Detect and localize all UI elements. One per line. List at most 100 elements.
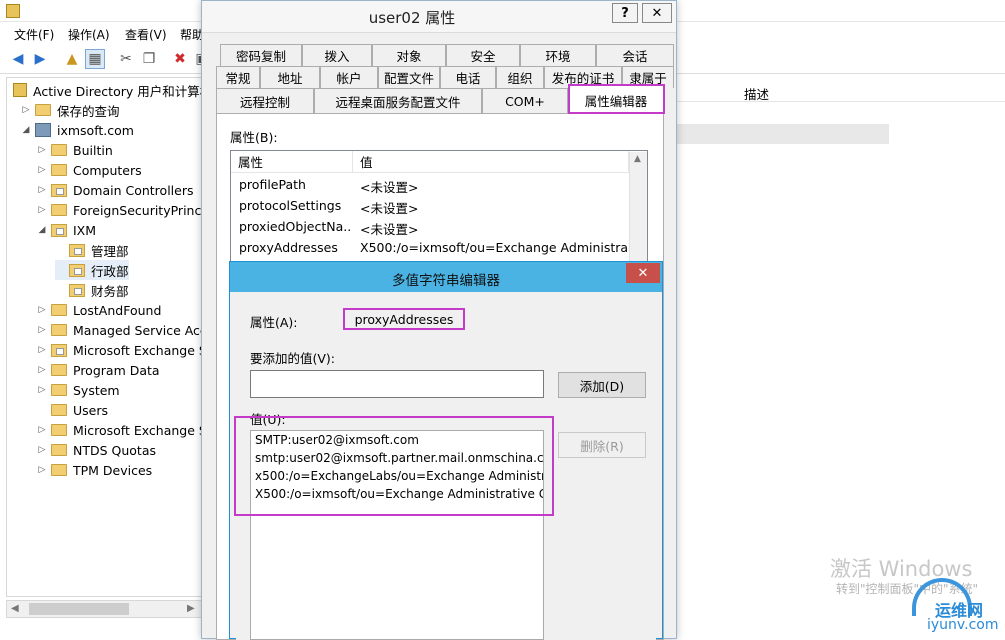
scroll-left-icon[interactable]: ◀ xyxy=(11,603,19,614)
remove-button[interactable]: 删除(R) xyxy=(558,432,646,458)
tree-item-saved-queries[interactable]: ▷ 保存的查询 xyxy=(21,100,120,120)
editor-close-button[interactable]: ✕ xyxy=(626,263,660,283)
expand-icon[interactable]: ▷ xyxy=(37,145,47,155)
help-button[interactable]: ? xyxy=(612,3,638,23)
details-row[interactable] xyxy=(677,124,889,144)
attribute-value[interactable]: <未设置> xyxy=(360,198,628,217)
tree-item-computers[interactable]: ▷ Computers xyxy=(37,160,142,180)
attribute-value[interactable]: <未设置> xyxy=(360,177,628,196)
tab-password-replication[interactable]: 密码复制 xyxy=(220,44,302,66)
scroll-up-icon[interactable]: ▲ xyxy=(634,154,641,164)
menu-view[interactable]: 查看(V) xyxy=(125,26,167,43)
folder-icon xyxy=(35,104,51,116)
tree-item-root[interactable]: Active Directory 用户和计算机 xyxy=(13,80,201,100)
tab-general[interactable]: 常规 xyxy=(216,66,260,88)
editor-title-bar: 多值字符串编辑器 ✕ xyxy=(230,262,662,292)
tree-item-tpm-devices[interactable]: ▷ TPM Devices xyxy=(37,460,153,480)
attribute-value[interactable]: X500:/o=ixmsoft/ou=Exchange Administrati… xyxy=(360,240,628,255)
tab-object[interactable]: 对象 xyxy=(372,44,446,66)
tree-item-users[interactable]: Users xyxy=(37,400,108,420)
expand-icon[interactable]: ▷ xyxy=(37,165,47,175)
tree-item-management[interactable]: 管理部 xyxy=(55,240,129,260)
tree-item-ms-exchange-1[interactable]: ▷ Microsoft Exchange Sy xyxy=(37,340,201,360)
expand-icon[interactable]: ▷ xyxy=(37,385,47,395)
expand-icon[interactable]: ▷ xyxy=(37,205,47,215)
tree-item-domain-controllers[interactable]: ▷ Domain Controllers xyxy=(37,180,194,200)
tree-item-ms-exchange-2[interactable]: ▷ Microsoft Exchange Sy xyxy=(37,420,201,440)
tree-item-domain[interactable]: ◢ ixmsoft.com xyxy=(21,120,134,140)
tab-security[interactable]: 安全 xyxy=(446,44,520,66)
domain-icon xyxy=(35,123,51,137)
attribute-name[interactable]: protocolSettings xyxy=(239,198,351,213)
tab-telephones[interactable]: 电话 xyxy=(440,66,496,88)
attribute-name[interactable]: proxyAddresses xyxy=(239,240,351,255)
tree-item-ixm[interactable]: ◢ IXM xyxy=(37,220,97,240)
tree-item-ntds-quotas[interactable]: ▷ NTDS Quotas xyxy=(37,440,156,460)
ou-icon xyxy=(69,243,85,257)
tab-sessions[interactable]: 会话 xyxy=(596,44,674,66)
add-button[interactable]: 添加(D) xyxy=(558,372,646,398)
expand-icon[interactable]: ▷ xyxy=(37,185,47,195)
scroll-right-icon[interactable]: ▶ xyxy=(187,603,195,614)
tab-com-plus[interactable]: COM+ xyxy=(482,88,568,113)
collapse-icon[interactable]: ◢ xyxy=(21,125,31,135)
tab-dial-in[interactable]: 拨入 xyxy=(302,44,372,66)
editor-title: 多值字符串编辑器 xyxy=(392,273,500,289)
tree-item-foreign-security[interactable]: ▷ ForeignSecurityPrincip xyxy=(37,200,201,220)
tree-item-label: System xyxy=(73,382,120,398)
show-tree-icon[interactable]: ▦ xyxy=(85,49,105,69)
folder-icon xyxy=(51,144,67,156)
collapse-icon[interactable]: ◢ xyxy=(37,225,47,235)
tab-organization[interactable]: 组织 xyxy=(496,66,544,88)
add-value-input[interactable] xyxy=(251,371,543,397)
forward-icon[interactable]: ▶ xyxy=(30,49,50,69)
tree-item-builtin[interactable]: ▷ Builtin xyxy=(37,140,113,160)
tab-remote-desktop-profile[interactable]: 远程桌面服务配置文件 xyxy=(314,88,482,113)
attribute-value[interactable]: <未设置> xyxy=(360,219,628,238)
tree-item-label: 保存的查询 xyxy=(57,103,120,119)
copy-icon[interactable]: ❐ xyxy=(139,49,159,69)
expand-icon[interactable]: ▷ xyxy=(37,365,47,375)
folder-icon xyxy=(51,204,67,216)
tab-account[interactable]: 帐户 xyxy=(320,66,378,88)
editor-body: 属性(A): proxyAddresses 要添加的值(V): 添加(D) 值(… xyxy=(234,292,656,640)
tab-highlight xyxy=(568,84,665,114)
folder-icon xyxy=(51,444,67,456)
expand-icon[interactable]: ▷ xyxy=(21,105,31,115)
expand-icon[interactable]: ▷ xyxy=(37,425,47,435)
add-value-label: 要添加的值(V): xyxy=(250,351,336,366)
column-description[interactable]: 描述 xyxy=(744,84,769,103)
up-folder-icon[interactable]: ▲ xyxy=(62,49,82,69)
tree-item-label: TPM Devices xyxy=(73,462,153,478)
tab-address[interactable]: 地址 xyxy=(260,66,320,88)
expand-icon[interactable]: ▷ xyxy=(37,445,47,455)
tree-item-program-data[interactable]: ▷ Program Data xyxy=(37,360,160,380)
column-value[interactable]: 值 xyxy=(353,151,629,173)
tree-item-admin-dept[interactable]: 行政部 xyxy=(55,260,129,280)
tree-item-finance[interactable]: 财务部 xyxy=(55,280,129,300)
tab-profile[interactable]: 配置文件 xyxy=(378,66,440,88)
expand-icon[interactable]: ▷ xyxy=(37,305,47,315)
attribute-name[interactable]: proxiedObjectNa... xyxy=(239,219,351,234)
add-value-field[interactable] xyxy=(250,370,544,398)
cut-icon[interactable]: ✂ xyxy=(116,49,136,69)
tab-remote-control[interactable]: 远程控制 xyxy=(216,88,314,113)
attributes-list[interactable]: 属性 值 profilePath <未设置> protocolSettings … xyxy=(230,150,648,270)
menu-action[interactable]: 操作(A) xyxy=(68,26,110,43)
column-attribute[interactable]: 属性 xyxy=(231,151,353,173)
tree-horizontal-scrollbar[interactable]: ◀ ▶ xyxy=(6,600,202,618)
back-icon[interactable]: ◀ xyxy=(8,49,28,69)
tree-item-system[interactable]: ▷ System xyxy=(37,380,120,400)
close-button[interactable]: ✕ xyxy=(642,3,672,23)
expand-icon[interactable]: ▷ xyxy=(37,465,47,475)
delete-icon[interactable]: ✖ xyxy=(170,49,190,69)
expand-icon[interactable]: ▷ xyxy=(37,345,47,355)
menu-file[interactable]: 文件(F) xyxy=(14,26,54,43)
expand-icon[interactable]: ▷ xyxy=(37,325,47,335)
scroll-thumb[interactable] xyxy=(29,603,129,615)
attributes-vertical-scrollbar[interactable]: ▲ xyxy=(629,152,647,269)
tree-item-managed-service[interactable]: ▷ Managed Service Acco xyxy=(37,320,201,340)
tab-environment[interactable]: 环境 xyxy=(520,44,596,66)
tree-item-lostandfound[interactable]: ▷ LostAndFound xyxy=(37,300,162,320)
attribute-name[interactable]: profilePath xyxy=(239,177,351,192)
